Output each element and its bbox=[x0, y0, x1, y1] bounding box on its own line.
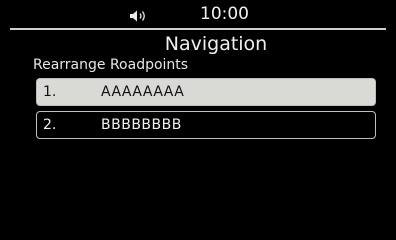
infotainment-screen: 10:00 Navigation Rearrange Roadpoints 1.… bbox=[0, 0, 396, 240]
roadpoint-label: BBBBBBBB bbox=[101, 117, 182, 133]
roadpoint-item-2[interactable]: 2. BBBBBBBB bbox=[36, 111, 376, 139]
clock: 10:00 bbox=[200, 4, 249, 24]
roadpoint-item-1[interactable]: 1. AAAAAAAA bbox=[36, 78, 376, 106]
page-subtitle: Rearrange Roadpoints bbox=[33, 57, 189, 73]
status-divider bbox=[10, 28, 386, 30]
roadpoint-label: AAAAAAAA bbox=[101, 84, 185, 100]
roadpoint-index: 1. bbox=[43, 84, 57, 100]
status-bar: 10:00 bbox=[10, 0, 386, 28]
roadpoint-list: 1. AAAAAAAA 2. BBBBBBBB bbox=[36, 78, 376, 144]
roadpoint-index: 2. bbox=[43, 117, 57, 133]
speaker-volume-icon bbox=[129, 8, 151, 22]
page-title: Navigation bbox=[164, 33, 268, 55]
